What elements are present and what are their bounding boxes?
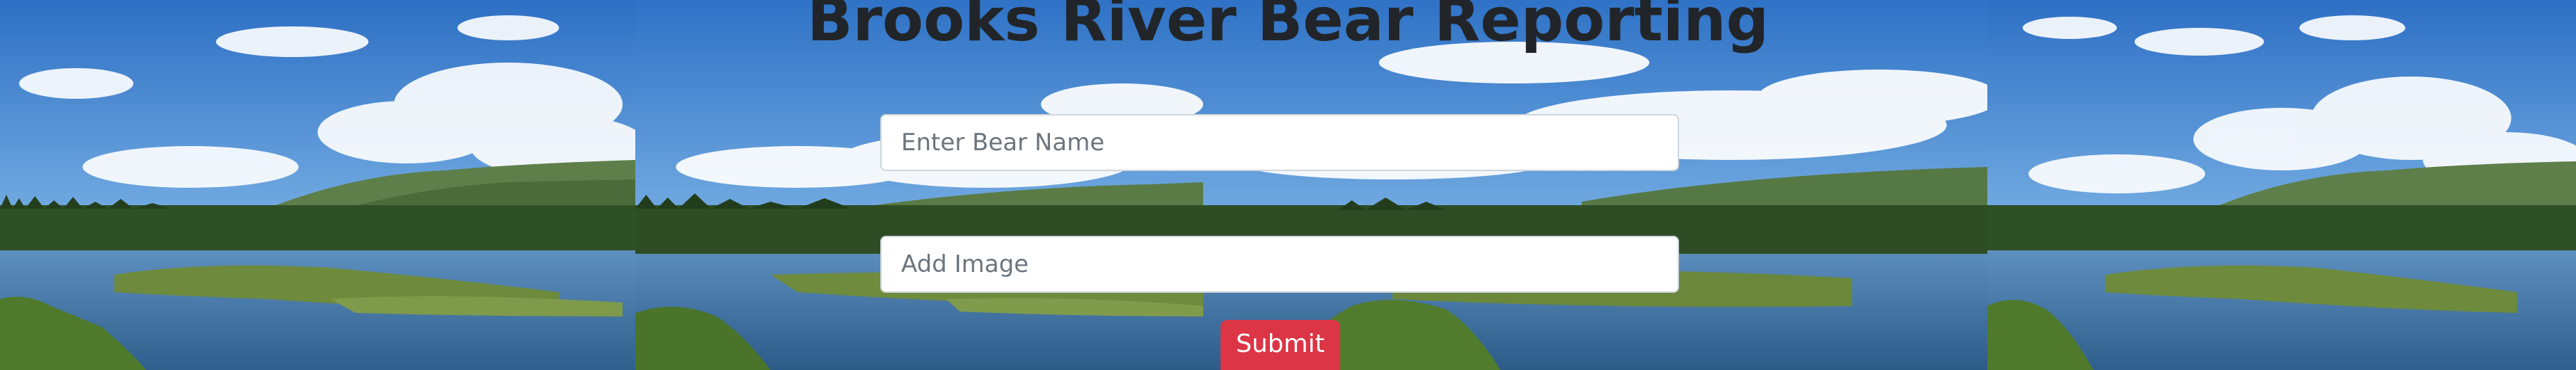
- bear-name-input[interactable]: [880, 114, 1679, 171]
- page-title: Brooks River Bear Reporting: [806, 0, 1770, 55]
- report-form-container: Brooks River Bear Reporting Submit: [0, 0, 2576, 370]
- add-image-input[interactable]: [880, 236, 1679, 293]
- submit-button[interactable]: Submit: [1221, 320, 1340, 370]
